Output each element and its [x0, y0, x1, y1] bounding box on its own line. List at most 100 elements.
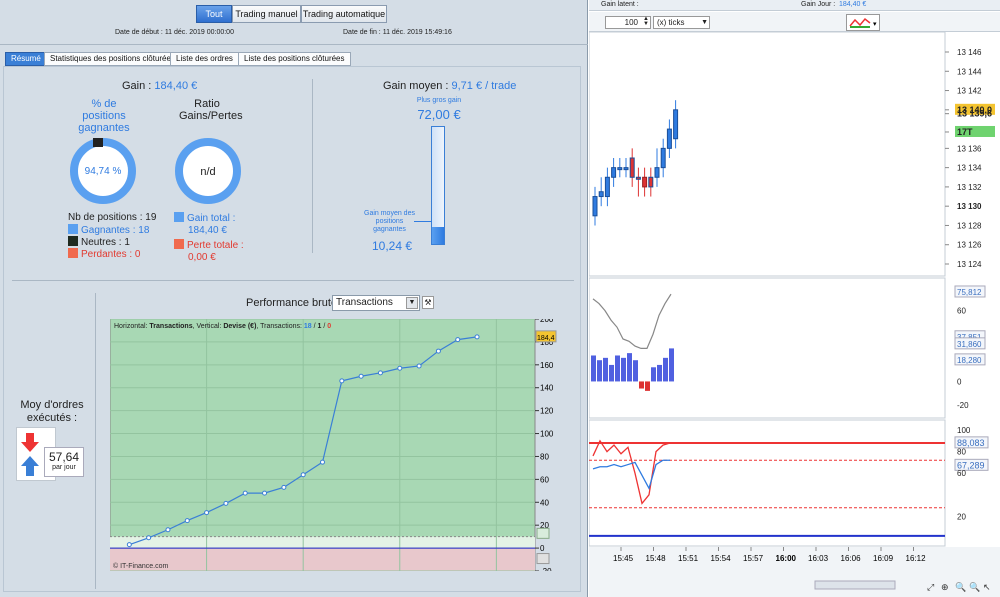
ticks-input-value: 100	[624, 18, 638, 27]
indicator1-bar	[591, 355, 596, 382]
time-tick-label: 15:54	[711, 554, 732, 563]
data-point	[358, 373, 364, 379]
indicator1-bar	[639, 381, 644, 389]
time-tick-label: 16:03	[808, 554, 829, 563]
ticks-input[interactable]: 100 ▲ ▼	[605, 16, 651, 29]
cursor-icon[interactable]: ↖	[983, 583, 991, 593]
indicator1-tick-label: 0	[957, 377, 962, 386]
y-tick-label: -20	[540, 567, 552, 571]
subtab-liste-positions[interactable]: Liste des positions clôturées	[238, 52, 351, 66]
start-date: Date de début : 11 déc. 2019 00:00:00	[115, 29, 234, 36]
price-tick-label: 13 136	[957, 144, 982, 153]
spinner-icon[interactable]: ▲ ▼	[643, 16, 649, 27]
indicator1-bar	[651, 367, 656, 382]
data-point	[262, 490, 268, 496]
chevron-down-icon[interactable]: ▼	[406, 297, 418, 309]
indicator2-tick-label: 60	[957, 469, 966, 478]
performance-select[interactable]: Transactions ▼	[332, 295, 420, 311]
indicator2-tick-label: 88,083	[957, 438, 985, 448]
divider	[0, 44, 588, 45]
horizontal-divider	[12, 280, 574, 281]
zoom-in-icon[interactable]: 🔍	[955, 581, 966, 593]
zoom-area-icon[interactable]: ⊕	[941, 583, 949, 593]
data-point	[242, 490, 248, 496]
gain-jour-label: Gain Jour :	[801, 1, 836, 8]
indicator1-bar	[627, 353, 632, 382]
subtab-statistiques[interactable]: Statistiques des positions clôturées	[44, 52, 181, 66]
gain-total-swatch	[174, 212, 184, 222]
data-point	[146, 535, 152, 541]
gagnantes-text: Gagnantes : 18	[81, 225, 150, 236]
ticks-unit-select[interactable]: (x) ticks ▼	[653, 16, 710, 29]
gain-total-value: 184,40 €	[188, 225, 227, 236]
data-point	[474, 334, 480, 340]
indicator1-bar	[633, 360, 638, 382]
perte-totale-swatch	[174, 239, 184, 249]
horizontal-scrollbar	[814, 580, 896, 590]
performance-chart: 200180160140120100806040200-205101520Hor…	[110, 319, 557, 571]
ratio-label: Ratio Gains/Pertes	[179, 98, 243, 122]
indicator1-bar	[615, 355, 620, 382]
indicator1-tick-label: 31,860	[957, 340, 982, 349]
indicator2-panel	[589, 419, 946, 547]
pct-label: % de positions gagnantes	[78, 98, 130, 134]
moy-unit: par jour	[52, 464, 76, 471]
gain-total-label: Gain total :	[187, 213, 236, 224]
neg-band-box	[536, 553, 550, 565]
price-tick-label: 13 146	[957, 48, 982, 57]
data-point	[204, 510, 210, 516]
price-tick-label: 13 134	[957, 164, 982, 173]
indicator2-tick-label: 100	[957, 426, 971, 435]
chevron-down-icon[interactable]: ▼	[701, 17, 708, 28]
zoom-out-icon[interactable]: 🔍	[969, 581, 980, 593]
gain-row: Gain : 184,40 €	[122, 80, 197, 92]
wrench-icon[interactable]: ⚒	[422, 296, 434, 309]
chart-style-button[interactable]: ▾	[846, 14, 880, 31]
indicator1-tick-label: 75,812	[957, 288, 982, 297]
watermark: © IT-Finance.com	[113, 562, 169, 570]
y-tick-label: 80	[540, 452, 549, 461]
data-point	[300, 472, 306, 478]
gain-jour-value: 184,40 €	[839, 1, 867, 8]
price-tick-label: 13 128	[957, 221, 982, 230]
indicator1-bar	[663, 357, 668, 382]
time-tick-label: 16:12	[906, 554, 927, 563]
gain-moyen-pos-label: Gain moyen des positions gagnantes	[364, 210, 415, 233]
tab-trading-manuel[interactable]: Trading manuel	[232, 5, 301, 23]
vertical-divider-2	[95, 293, 96, 589]
y-tick-label: 40	[540, 498, 549, 507]
subtab-liste-ordres[interactable]: Liste des ordres	[170, 52, 239, 66]
candle-body	[654, 167, 660, 178]
candle-body	[666, 128, 672, 149]
tab-tout[interactable]: Tout	[196, 5, 232, 23]
candle-body	[611, 167, 617, 178]
indicator2-tick-label: 80	[957, 448, 966, 457]
vertical-divider	[312, 79, 313, 253]
moy-value: 57,64	[48, 450, 80, 464]
neutres-swatch	[68, 236, 78, 246]
market-chart-panel: Gain latent : Gain Jour : 184,40 € 100 ▲ ▼…	[589, 0, 1000, 597]
time-tick-label: 15:57	[743, 554, 764, 563]
data-point	[339, 378, 345, 384]
time-tick-label: 15:51	[678, 554, 699, 563]
gain-moyen-pos-value: 10,24 €	[372, 239, 413, 253]
subtab-resume[interactable]: Résumé	[5, 52, 47, 66]
tab-trading-automatique[interactable]: Trading automatique	[301, 5, 387, 23]
time-tick-label: 15:45	[613, 554, 634, 563]
time-tick-label: 15:48	[646, 554, 667, 563]
data-point	[377, 370, 383, 376]
indicator2-tick-label: 20	[957, 512, 966, 521]
negative-zone	[110, 548, 535, 571]
chart-toolbar: 100 ▲ ▼ (x) ticks ▼ ▾	[589, 12, 1000, 32]
zoom-reset-icon[interactable]: ⤢	[926, 583, 934, 593]
price-tick-label: 13 130	[957, 202, 982, 211]
indicator1-bar	[609, 364, 614, 382]
gain-bar	[431, 126, 445, 245]
ratio-value: n/d	[200, 166, 216, 178]
candle-body	[673, 109, 679, 140]
y-tick-label: 120	[540, 407, 554, 416]
data-point	[455, 337, 461, 343]
pct-ring-neutral-segment	[93, 138, 103, 147]
price-tick-label: 13 124	[957, 260, 982, 269]
perdantes-swatch	[68, 248, 78, 258]
